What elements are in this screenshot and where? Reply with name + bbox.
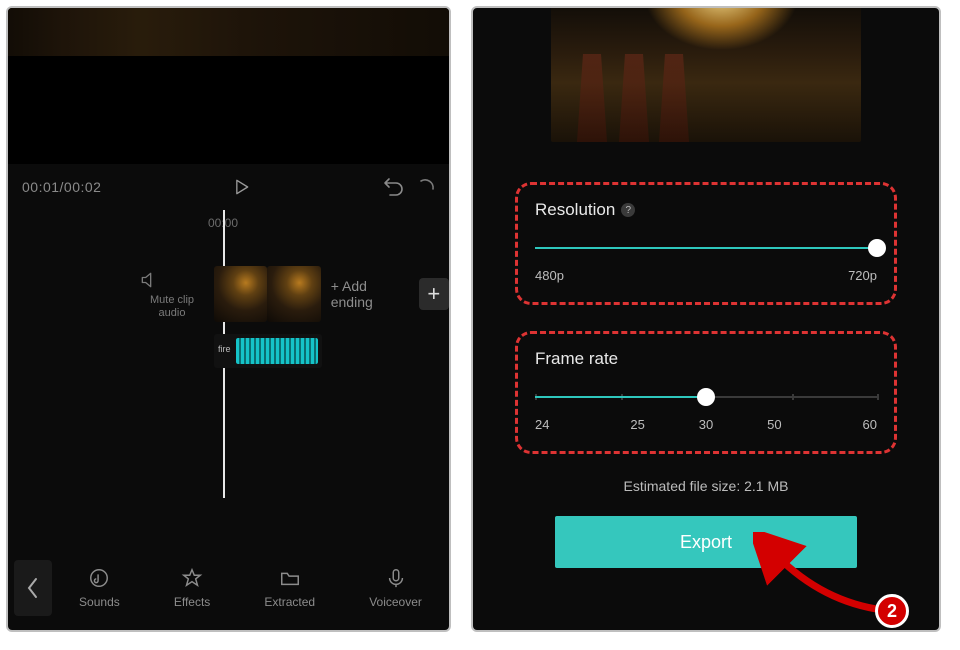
- play-button[interactable]: [231, 177, 251, 197]
- resolution-title: Resolution: [535, 200, 615, 220]
- tab-effects[interactable]: Effects: [174, 567, 210, 609]
- star-icon: [181, 567, 203, 589]
- export-settings-screen: Resolution ? 480p 720p Frame rate: [471, 6, 941, 632]
- video-preview[interactable]: [8, 8, 449, 164]
- export-button-label: Export: [680, 532, 732, 553]
- plus-icon: +: [419, 278, 449, 310]
- tab-voiceover[interactable]: Voiceover: [369, 567, 422, 609]
- framerate-tick-label: 24: [535, 417, 603, 432]
- mic-icon: [385, 567, 407, 589]
- video-clip[interactable]: [214, 266, 267, 322]
- timeline[interactable]: 00:00 Mute clipaudio Add ending + fire: [8, 210, 449, 498]
- framerate-tick-label: 50: [740, 417, 808, 432]
- tab-extracted[interactable]: Extracted: [264, 567, 315, 609]
- slider-thumb[interactable]: [868, 239, 886, 257]
- tab-label: Voiceover: [369, 595, 422, 609]
- transport-bar: 00:01/00:02: [8, 164, 449, 210]
- framerate-group: Frame rate 24 25 30 50 60: [519, 335, 893, 450]
- help-icon[interactable]: ?: [621, 203, 635, 217]
- framerate-title: Frame rate: [535, 349, 618, 369]
- export-preview-thumbnail: [551, 6, 861, 142]
- resolution-max-label: 720p: [848, 268, 877, 283]
- add-ending-button[interactable]: Add ending +: [331, 278, 449, 310]
- resolution-min-label: 480p: [535, 268, 564, 283]
- editor-screen: 00:01/00:02 00:00 Mute clipaudio Add end…: [6, 6, 451, 632]
- tab-label: Sounds: [79, 595, 120, 609]
- time-display: 00:01/00:02: [22, 179, 101, 195]
- tab-label: Extracted: [264, 595, 315, 609]
- resolution-slider[interactable]: [535, 238, 877, 258]
- slider-thumb[interactable]: [697, 388, 715, 406]
- video-track: Add ending +: [214, 266, 449, 322]
- framerate-tick-label: 60: [809, 417, 877, 432]
- export-button[interactable]: Export: [555, 516, 857, 568]
- chevron-left-icon: [26, 577, 40, 599]
- resolution-group: Resolution ? 480p 720p: [519, 186, 893, 301]
- video-clip[interactable]: [267, 266, 320, 322]
- tab-sounds[interactable]: Sounds: [79, 567, 120, 609]
- music-note-icon: [88, 567, 110, 589]
- framerate-tick-label: 25: [603, 417, 671, 432]
- framerate-tick-label: 30: [672, 417, 740, 432]
- redo-button[interactable]: [419, 177, 435, 197]
- tab-label: Effects: [174, 595, 210, 609]
- annotation-number-badge: 2: [875, 594, 909, 628]
- undo-button[interactable]: [381, 177, 405, 197]
- bottom-toolbar: Sounds Effects Extracted Voiceover: [8, 546, 449, 630]
- framerate-slider[interactable]: [535, 387, 877, 407]
- back-button[interactable]: [14, 560, 52, 616]
- estimated-size-label: Estimated file size: 2.1 MB: [519, 478, 893, 494]
- audio-clip[interactable]: fire: [214, 334, 322, 368]
- preview-thumbnail-strip: [8, 8, 449, 56]
- folder-icon: [279, 567, 301, 589]
- speaker-muted-icon: [138, 270, 160, 290]
- add-ending-label: Add ending: [331, 278, 409, 310]
- audio-clip-label: fire: [218, 344, 231, 354]
- mute-clip-audio-button[interactable]: Mute clipaudio: [138, 270, 206, 320]
